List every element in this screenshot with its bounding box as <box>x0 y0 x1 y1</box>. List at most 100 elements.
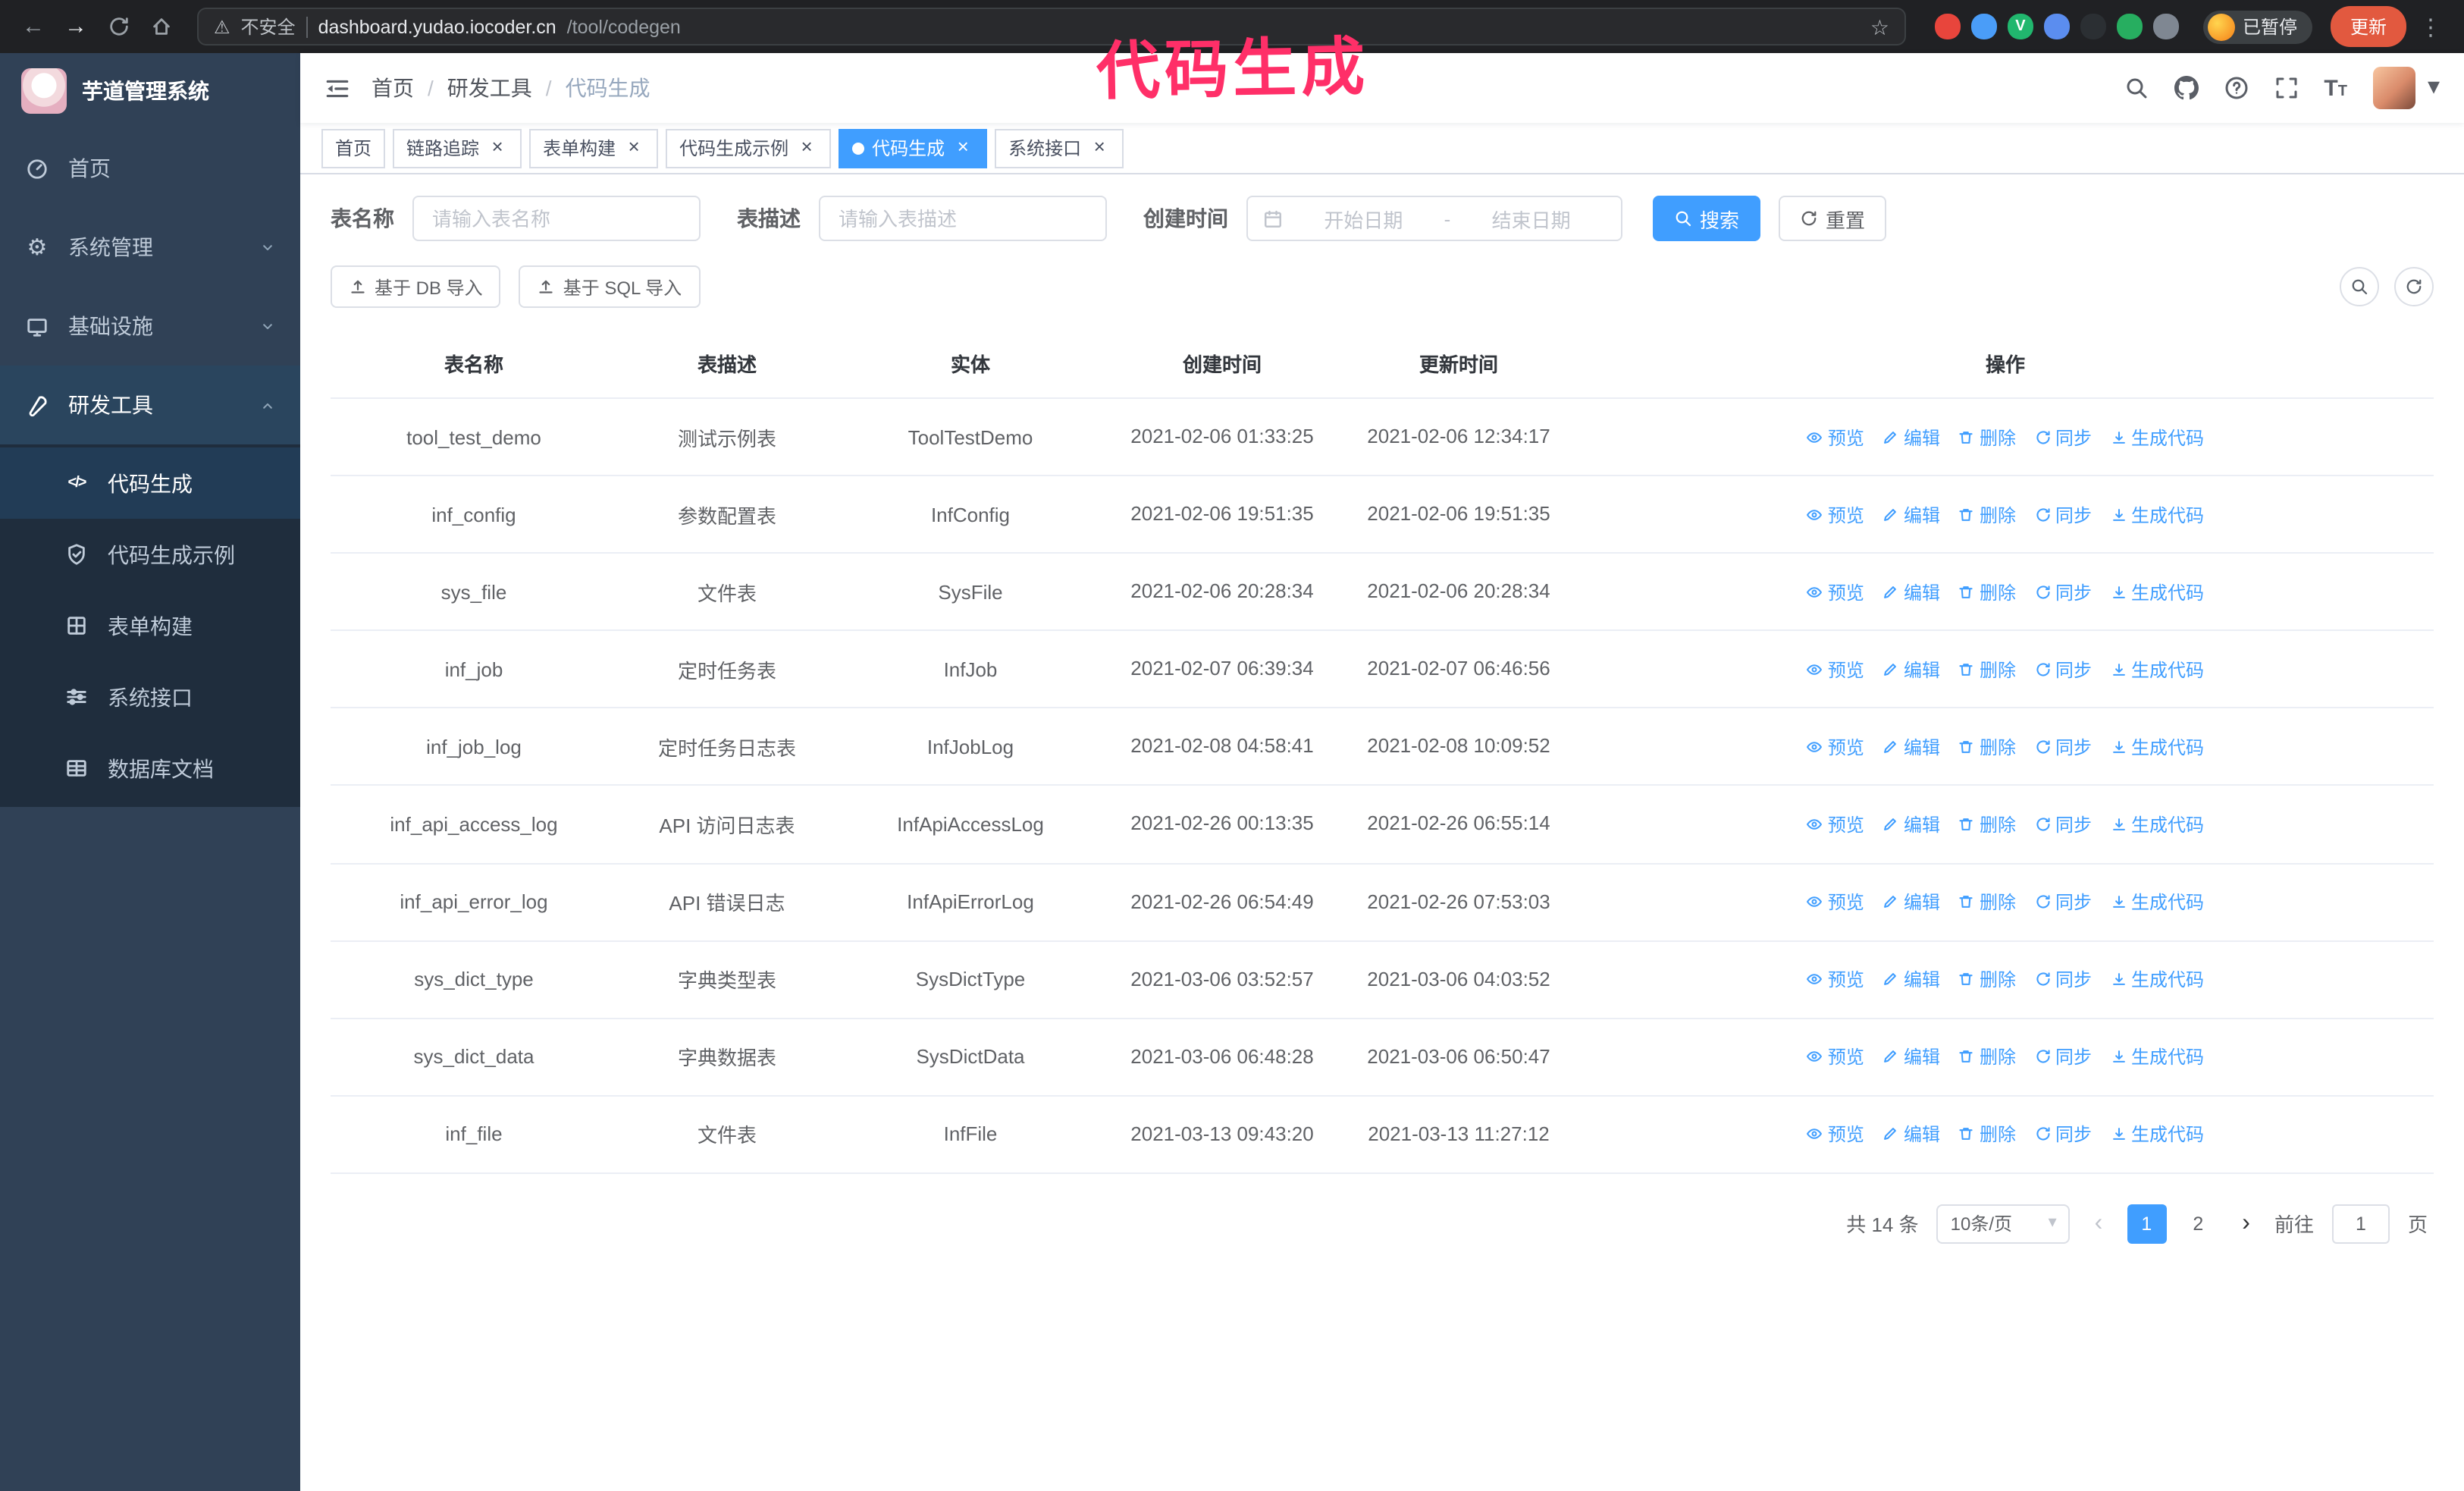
preview-link[interactable]: 预览 <box>1807 966 1864 992</box>
next-page-button[interactable]: › <box>2236 1210 2256 1238</box>
sync-link[interactable]: 同步 <box>2034 1044 2092 1070</box>
sidebar-item-db-doc[interactable]: 数据库文档 <box>0 733 300 804</box>
breadcrumb-item[interactable]: 首页 <box>371 73 414 103</box>
address-bar[interactable]: ⚠ 不安全 dashboard.yudao.iocoder.cn /tool/c… <box>197 8 1906 46</box>
edit-link[interactable]: 编辑 <box>1882 657 1940 683</box>
generate-link[interactable]: 生成代码 <box>2110 1044 2204 1070</box>
import-db-button[interactable]: 基于 DB 导入 <box>331 265 501 308</box>
close-icon[interactable]: × <box>623 136 644 159</box>
avatar[interactable] <box>2372 67 2415 109</box>
sync-link[interactable]: 同步 <box>2034 966 2092 992</box>
close-icon[interactable]: × <box>952 136 973 159</box>
delete-link[interactable]: 删除 <box>1958 889 2016 915</box>
breadcrumb-item[interactable]: 研发工具 <box>447 73 532 103</box>
app-logo[interactable]: 芋道管理系统 <box>0 53 300 129</box>
generate-link[interactable]: 生成代码 <box>2110 501 2204 527</box>
ext-users-icon[interactable] <box>2043 14 2070 39</box>
edit-link[interactable]: 编辑 <box>1882 1122 1940 1147</box>
sync-link[interactable]: 同步 <box>2034 579 2092 604</box>
home-icon[interactable] <box>143 15 179 38</box>
edit-link[interactable]: 编辑 <box>1882 424 1940 450</box>
preview-link[interactable]: 预览 <box>1807 889 1864 915</box>
delete-link[interactable]: 删除 <box>1958 579 2016 604</box>
edit-link[interactable]: 编辑 <box>1882 966 1940 992</box>
page-size-select[interactable]: 10条/页 ▾ <box>1936 1204 2071 1244</box>
search-button[interactable]: 搜索 <box>1653 196 1761 241</box>
sidebar-item-api[interactable]: 系统接口 <box>0 661 300 733</box>
prev-page-button[interactable]: ‹ <box>2089 1210 2109 1238</box>
help-icon[interactable] <box>2224 76 2248 100</box>
date-range-input[interactable]: 开始日期 - 结束日期 <box>1246 196 1622 241</box>
edit-link[interactable]: 编辑 <box>1882 1044 1940 1070</box>
generate-link[interactable]: 生成代码 <box>2110 424 2204 450</box>
search-icon[interactable] <box>2124 76 2148 100</box>
delete-link[interactable]: 删除 <box>1958 501 2016 527</box>
generate-link[interactable]: 生成代码 <box>2110 811 2204 837</box>
close-icon[interactable]: × <box>1089 136 1110 159</box>
sync-link[interactable]: 同步 <box>2034 657 2092 683</box>
tab-codegen-demo[interactable]: 代码生成示例 × <box>666 128 832 168</box>
sync-link[interactable]: 同步 <box>2034 501 2092 527</box>
preview-link[interactable]: 预览 <box>1807 734 1864 760</box>
font-size-icon[interactable]: TT <box>2324 77 2347 99</box>
reload-icon[interactable] <box>100 15 136 38</box>
ext-puzzle-icon[interactable] <box>2152 14 2179 39</box>
tab-tracing[interactable]: 链路追踪 × <box>393 128 522 168</box>
ext-drop-icon[interactable] <box>1970 14 1997 39</box>
back-icon[interactable]: ← <box>15 14 52 39</box>
sidebar-item-system[interactable]: ⚙ 系统管理 <box>0 208 300 287</box>
github-icon[interactable] <box>2174 76 2199 100</box>
generate-link[interactable]: 生成代码 <box>2110 657 2204 683</box>
kebab-menu-icon[interactable]: ⋮ <box>2412 13 2449 40</box>
bookmark-star-icon[interactable]: ☆ <box>1870 16 1889 37</box>
page-2-button[interactable]: 2 <box>2178 1204 2218 1244</box>
sidebar-item-form-build[interactable]: 表单构建 <box>0 590 300 661</box>
delete-link[interactable]: 删除 <box>1958 657 2016 683</box>
sidebar-item-home[interactable]: 首页 <box>0 129 300 208</box>
tab-home[interactable]: 首页 <box>321 128 386 168</box>
delete-link[interactable]: 删除 <box>1958 1122 2016 1147</box>
ext-screenshot-icon[interactable] <box>2080 14 2106 39</box>
edit-link[interactable]: 编辑 <box>1882 889 1940 915</box>
ext-vue-icon[interactable]: V <box>2007 14 2033 39</box>
preview-link[interactable]: 预览 <box>1807 811 1864 837</box>
toggle-search-button[interactable] <box>2340 267 2379 306</box>
ext-green-icon[interactable] <box>2116 14 2143 39</box>
goto-page-input[interactable] <box>2331 1204 2390 1244</box>
generate-link[interactable]: 生成代码 <box>2110 579 2204 604</box>
update-button[interactable]: 更新 <box>2330 6 2406 47</box>
name-filter-input[interactable] <box>412 196 701 241</box>
edit-link[interactable]: 编辑 <box>1882 501 1940 527</box>
delete-link[interactable]: 删除 <box>1958 424 2016 450</box>
hamburger-icon[interactable] <box>324 75 350 101</box>
edit-link[interactable]: 编辑 <box>1882 579 1940 604</box>
generate-link[interactable]: 生成代码 <box>2110 889 2204 915</box>
preview-link[interactable]: 预览 <box>1807 424 1864 450</box>
edit-link[interactable]: 编辑 <box>1882 734 1940 760</box>
delete-link[interactable]: 删除 <box>1958 811 2016 837</box>
sync-link[interactable]: 同步 <box>2034 734 2092 760</box>
delete-link[interactable]: 删除 <box>1958 734 2016 760</box>
chevron-down-icon[interactable]: ▾ <box>2428 75 2440 100</box>
ext-flame-icon[interactable] <box>1934 14 1961 39</box>
tab-form-build[interactable]: 表单构建 × <box>529 128 659 168</box>
sidebar-item-infra[interactable]: 基础设施 <box>0 287 300 366</box>
sync-link[interactable]: 同步 <box>2034 424 2092 450</box>
preview-link[interactable]: 预览 <box>1807 579 1864 604</box>
tab-codegen[interactable]: 代码生成 × <box>839 128 988 168</box>
sync-link[interactable]: 同步 <box>2034 811 2092 837</box>
generate-link[interactable]: 生成代码 <box>2110 1122 2204 1147</box>
close-icon[interactable]: × <box>796 136 817 159</box>
delete-link[interactable]: 删除 <box>1958 966 2016 992</box>
sidebar-item-codegen[interactable]: </> 代码生成 <box>0 447 300 519</box>
reset-button[interactable]: 重置 <box>1779 196 1887 241</box>
preview-link[interactable]: 预览 <box>1807 501 1864 527</box>
desc-filter-input[interactable] <box>819 196 1107 241</box>
generate-link[interactable]: 生成代码 <box>2110 966 2204 992</box>
delete-link[interactable]: 删除 <box>1958 1044 2016 1070</box>
refresh-table-button[interactable] <box>2394 267 2434 306</box>
sidebar-item-devtools[interactable]: 研发工具 <box>0 366 300 444</box>
fullscreen-icon[interactable] <box>2274 76 2298 100</box>
page-1-button[interactable]: 1 <box>2127 1204 2167 1244</box>
sync-link[interactable]: 同步 <box>2034 1122 2092 1147</box>
